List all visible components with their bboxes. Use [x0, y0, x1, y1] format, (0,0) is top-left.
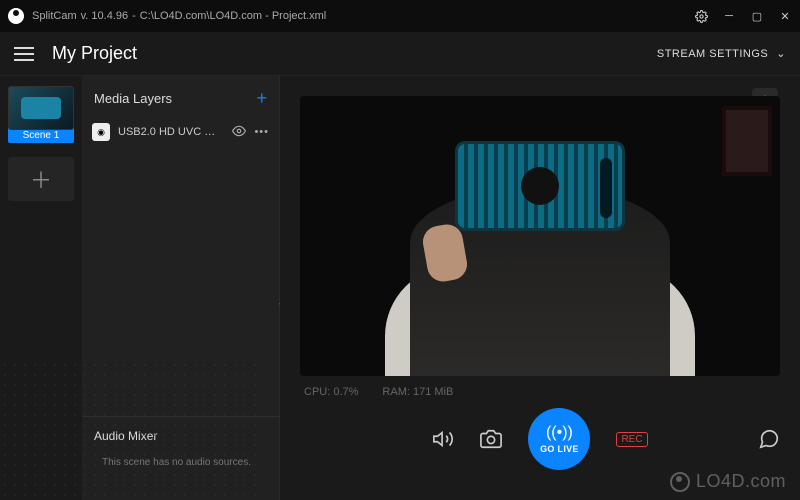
video-preview[interactable]: adidassopipo — [300, 96, 780, 376]
scenes-panel: Scene 1 ＋ — [0, 76, 82, 500]
watermark-text: LO4D.com — [696, 471, 786, 492]
app-logo-icon — [8, 8, 24, 24]
layer-more-button[interactable]: ••• — [254, 126, 269, 138]
scene-thumbnail — [8, 86, 74, 130]
chevron-down-icon: ⌄ — [776, 47, 786, 60]
window-close-button[interactable]: ✕ — [778, 9, 792, 23]
window-minimize-button[interactable]: ─ — [722, 9, 736, 23]
snapshot-button[interactable] — [480, 428, 502, 450]
layer-item[interactable]: ◉ USB2.0 HD UVC WebC… ••• — [82, 117, 279, 147]
preview-area: ☀ adidassopipo CPU: 0.7% RAM: 171 MiB — [280, 76, 800, 500]
window-maximize-button[interactable]: ▢ — [750, 9, 764, 23]
scene-label: Scene 1 — [8, 128, 74, 143]
preview-phone — [455, 141, 625, 231]
app-name: SplitCam — [32, 10, 77, 22]
audio-mixer-empty-text: This scene has no audio sources. — [94, 453, 267, 488]
go-live-button[interactable]: ((•)) GO LIVE — [528, 408, 590, 470]
chat-button[interactable] — [758, 428, 780, 450]
watermark: LO4D.com — [670, 471, 786, 492]
cpu-stat: CPU: 0.7% — [304, 386, 358, 398]
visibility-toggle-icon[interactable] — [232, 124, 246, 141]
add-layer-button[interactable]: + — [256, 88, 267, 109]
titlebar: SplitCam v. 10.4.96 - C:\LO4D.com\LO4D.c… — [0, 0, 800, 32]
stream-settings-button[interactable]: STREAM SETTINGS ⌄ — [657, 47, 786, 60]
settings-gear-icon[interactable] — [694, 9, 708, 23]
record-label: REC — [621, 434, 642, 445]
project-path: C:\LO4D.com\LO4D.com - Project.xml — [140, 10, 326, 22]
record-button[interactable]: REC — [616, 432, 647, 447]
webcam-source-icon: ◉ — [92, 123, 110, 141]
project-title: My Project — [52, 43, 137, 64]
stream-settings-label: STREAM SETTINGS — [657, 48, 768, 60]
sidebar: Media Layers + ◉ USB2.0 HD UVC WebC… •••… — [82, 76, 280, 500]
plus-icon: ＋ — [30, 163, 52, 195]
title-separator: - — [132, 10, 136, 22]
audio-output-button[interactable] — [432, 428, 454, 450]
layer-name: USB2.0 HD UVC WebC… — [118, 126, 224, 138]
controls-bar: ((•)) GO LIVE REC — [300, 402, 780, 472]
audio-mixer-title: Audio Mixer — [94, 429, 267, 443]
preview-bg-frame — [722, 106, 772, 176]
app-version: v. 10.4.96 — [81, 10, 129, 22]
ram-stat: RAM: 171 MiB — [382, 386, 453, 398]
stats-bar: CPU: 0.7% RAM: 171 MiB — [300, 376, 780, 402]
add-scene-button[interactable]: ＋ — [8, 157, 74, 201]
go-live-label: GO LIVE — [540, 444, 579, 454]
broadcast-icon: ((•)) — [546, 424, 573, 442]
scene-item[interactable]: Scene 1 — [8, 86, 74, 143]
media-layers-title: Media Layers — [94, 91, 172, 106]
header: My Project STREAM SETTINGS ⌄ — [0, 32, 800, 76]
watermark-icon — [670, 472, 690, 492]
menu-hamburger-icon[interactable] — [14, 47, 34, 61]
audio-mixer-panel: Audio Mixer This scene has no audio sour… — [82, 416, 279, 500]
